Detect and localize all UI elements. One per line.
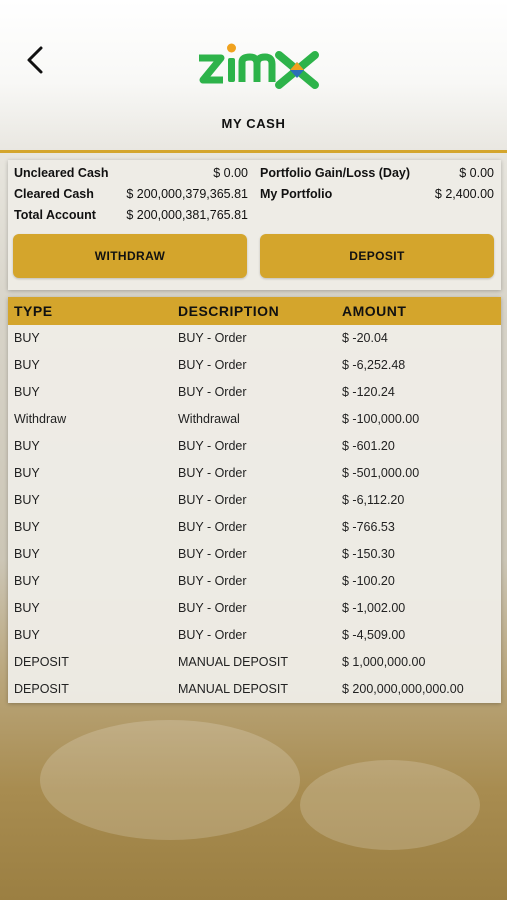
- table-row[interactable]: BUY BUY - Order $ -4,509.00: [8, 622, 501, 649]
- zimx-logo: [199, 43, 319, 89]
- cell-description: BUY - Order: [178, 574, 247, 588]
- cell-description: MANUAL DEPOSIT: [178, 682, 288, 696]
- cleared-cash-row: Cleared Cash $ 200,000,379,365.81: [14, 187, 248, 205]
- cell-type: BUY: [14, 439, 40, 453]
- cell-type: BUY: [14, 547, 40, 561]
- table-body: BUY BUY - Order $ -20.04 BUY BUY - Order $ -6…: [8, 325, 501, 703]
- cell-amount: $ -4,509.00: [342, 628, 406, 642]
- portfolio-gain-loss-value: $ 0.00: [459, 166, 494, 180]
- cell-amount: $ -150.30: [342, 547, 395, 561]
- table-row[interactable]: BUY BUY - Order $ -20.04: [8, 325, 501, 352]
- cell-amount: $ -601.20: [342, 439, 395, 453]
- cell-description: BUY - Order: [178, 493, 247, 507]
- table-header: TYPE DESCRIPTION AMOUNT: [8, 297, 501, 325]
- cell-type: BUY: [14, 601, 40, 615]
- cell-description: Withdrawal: [178, 412, 240, 426]
- cell-type: Withdraw: [14, 412, 67, 426]
- cell-amount: $ -501,000.00: [342, 466, 420, 480]
- cell-amount: $ -120.24: [342, 385, 395, 399]
- cell-type: BUY: [14, 574, 40, 588]
- my-portfolio-value: $ 2,400.00: [434, 187, 494, 201]
- column-header-type: TYPE: [14, 303, 53, 319]
- uncleared-cash-label: Uncleared Cash: [14, 166, 109, 180]
- cell-type: BUY: [14, 466, 40, 480]
- cell-type: BUY: [14, 331, 40, 345]
- table-row[interactable]: BUY BUY - Order $ -501,000.00: [8, 460, 501, 487]
- cell-amount: $ -6,112.20: [342, 493, 405, 507]
- table-row[interactable]: BUY BUY - Order $ -100.20: [8, 568, 501, 595]
- table-row[interactable]: BUY BUY - Order $ -150.30: [8, 541, 501, 568]
- cell-type: BUY: [14, 358, 40, 372]
- cell-amount: $ 1,000,000.00: [342, 655, 426, 669]
- cell-amount: $ -1,002.00: [342, 601, 406, 615]
- app-header: MY CASH: [0, 0, 507, 150]
- table-row[interactable]: Withdraw Withdrawal $ -100,000.00: [8, 406, 501, 433]
- table-row[interactable]: BUY BUY - Order $ -6,112.20: [8, 487, 501, 514]
- table-row[interactable]: BUY BUY - Order $ -120.24: [8, 379, 501, 406]
- column-header-description: DESCRIPTION: [178, 303, 280, 319]
- cell-amount: $ 200,000,000,000.00: [342, 682, 464, 696]
- page-title: MY CASH: [221, 116, 286, 131]
- cell-type: BUY: [14, 520, 40, 534]
- cell-description: BUY - Order: [178, 358, 247, 372]
- total-account-label: Total Account: [14, 208, 96, 222]
- table-row[interactable]: BUY BUY - Order $ -6,252.48: [8, 352, 501, 379]
- table-row[interactable]: DEPOSIT MANUAL DEPOSIT $ 1,000,000.00: [8, 649, 501, 676]
- column-header-amount: AMOUNT: [342, 303, 407, 319]
- cell-amount: $ -766.53: [342, 520, 395, 534]
- cell-amount: $ -100,000.00: [342, 412, 420, 426]
- cell-description: BUY - Order: [178, 331, 247, 345]
- my-portfolio-label: My Portfolio: [260, 187, 333, 201]
- cell-amount: $ -20.04: [342, 331, 388, 345]
- cell-type: DEPOSIT: [14, 655, 69, 669]
- cell-type: BUY: [14, 628, 40, 642]
- cell-description: BUY - Order: [178, 628, 247, 642]
- uncleared-cash-value: $ 0.00: [213, 166, 248, 180]
- header-divider: [0, 150, 507, 153]
- cell-description: BUY - Order: [178, 520, 247, 534]
- portfolio-gain-loss-label: Portfolio Gain/Loss (Day): [260, 166, 411, 180]
- cleared-cash-value: $ 200,000,379,365.81: [126, 187, 248, 201]
- total-account-value: $ 200,000,381,765.81: [126, 208, 248, 222]
- cell-description: MANUAL DEPOSIT: [178, 655, 288, 669]
- table-row[interactable]: BUY BUY - Order $ -1,002.00: [8, 595, 501, 622]
- deposit-button[interactable]: DEPOSIT: [260, 234, 494, 278]
- my-portfolio-row: My Portfolio $ 2,400.00: [260, 187, 494, 205]
- cell-description: BUY - Order: [178, 385, 247, 399]
- portfolio-gain-loss-row: Portfolio Gain/Loss (Day) $ 0.00: [260, 166, 494, 184]
- cell-type: BUY: [14, 385, 40, 399]
- uncleared-cash-row: Uncleared Cash $ 0.00: [14, 166, 248, 184]
- table-row[interactable]: DEPOSIT MANUAL DEPOSIT $ 200,000,000,000.0…: [8, 676, 501, 703]
- background-shape: [40, 720, 300, 840]
- cell-type: DEPOSIT: [14, 682, 69, 696]
- cleared-cash-label: Cleared Cash: [14, 187, 94, 201]
- table-row[interactable]: BUY BUY - Order $ -601.20: [8, 433, 501, 460]
- cell-description: BUY - Order: [178, 466, 247, 480]
- cell-amount: $ -6,252.48: [342, 358, 406, 372]
- total-account-row: Total Account $ 200,000,381,765.81: [14, 208, 248, 226]
- cash-summary-panel: Uncleared Cash $ 0.00 Cleared Cash $ 200…: [8, 160, 501, 290]
- chevron-left-icon[interactable]: [24, 44, 48, 76]
- cell-description: BUY - Order: [178, 439, 247, 453]
- cell-description: BUY - Order: [178, 547, 247, 561]
- transactions-table: TYPE DESCRIPTION AMOUNT BUY BUY - Order $ …: [8, 297, 501, 703]
- cell-amount: $ -100.20: [342, 574, 395, 588]
- withdraw-button[interactable]: WITHDRAW: [13, 234, 247, 278]
- cell-type: BUY: [14, 493, 40, 507]
- cell-description: BUY - Order: [178, 601, 247, 615]
- background-shape: [300, 760, 480, 850]
- table-row[interactable]: BUY BUY - Order $ -766.53: [8, 514, 501, 541]
